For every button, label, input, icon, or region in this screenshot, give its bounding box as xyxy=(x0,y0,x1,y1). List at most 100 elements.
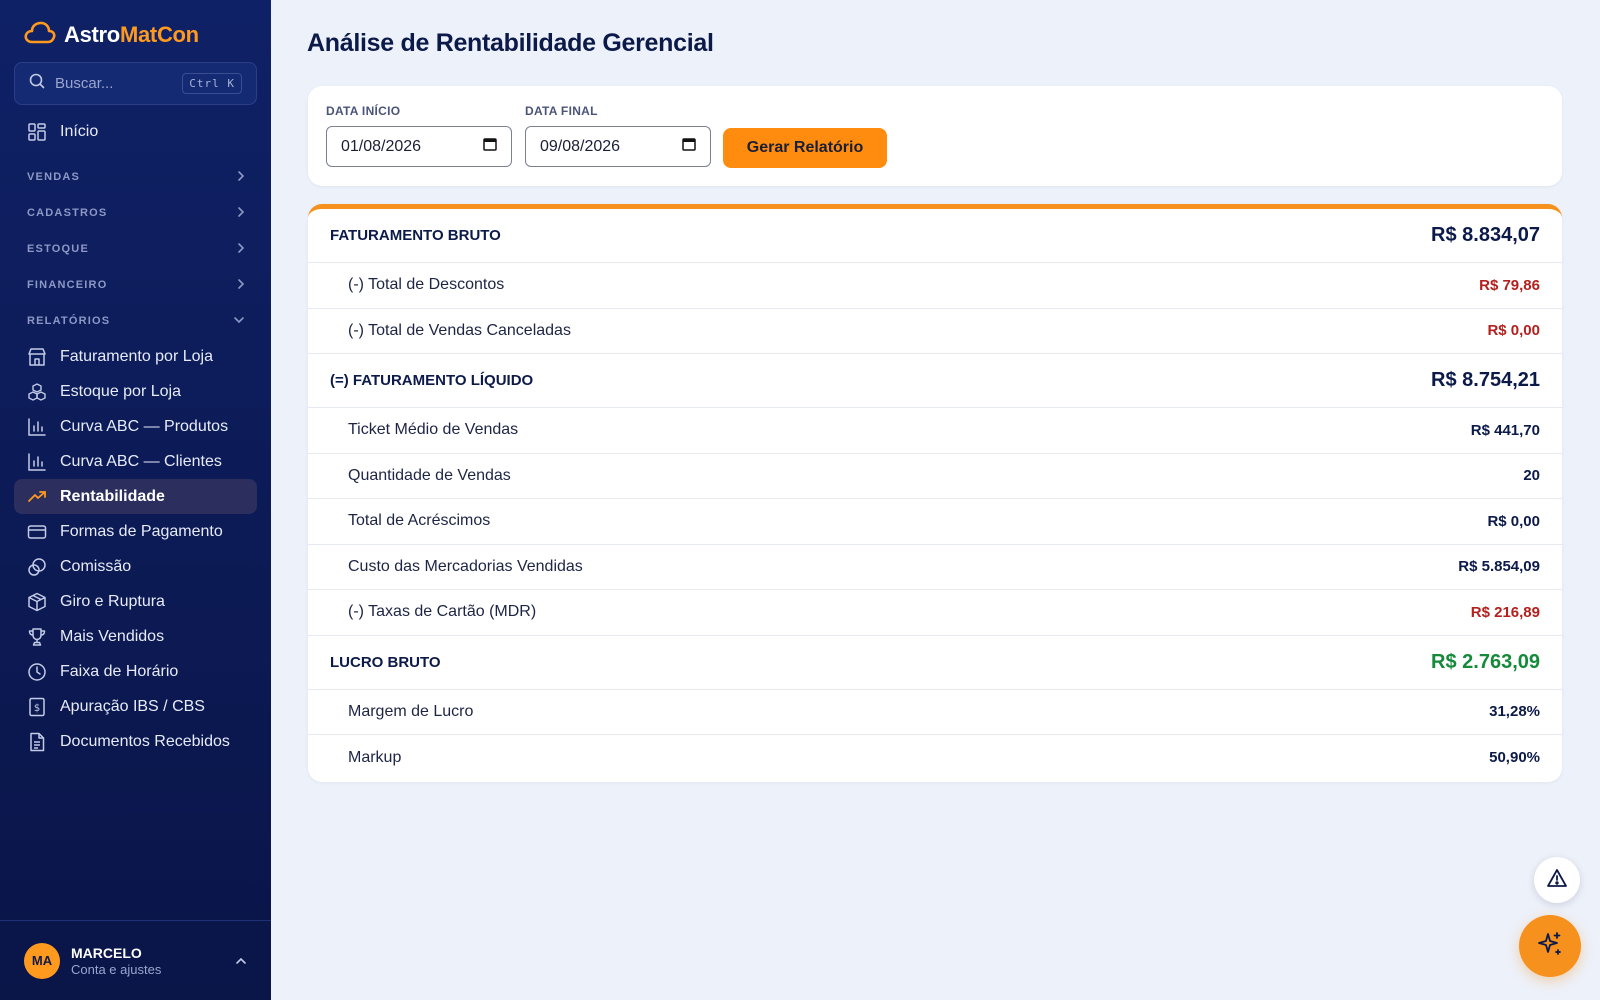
nav-item-comissao[interactable]: Comissão xyxy=(14,549,257,584)
end-date-label: DATA FINAL xyxy=(525,104,598,118)
filter-card: DATA INÍCIO 01/08/2026 DATA FINAL 09/08/… xyxy=(308,86,1562,186)
nav-item-label: Rentabilidade xyxy=(60,487,165,505)
app-logo[interactable]: AstroMatCon xyxy=(24,20,199,50)
section-relatorios[interactable]: RELATÓRIOS xyxy=(27,311,245,331)
report-row: (=) FATURAMENTO LÍQUIDO R$ 8.754,21 xyxy=(308,354,1562,408)
report-row: Margem de Lucro 31,28% xyxy=(308,690,1562,735)
report-row: FATURAMENTO BRUTO R$ 8.834,07 xyxy=(308,209,1562,263)
store-icon xyxy=(27,347,47,367)
section-financeiro[interactable]: FINANCEIRO xyxy=(27,275,245,295)
report-row-label: (-) Total de Descontos xyxy=(348,276,505,294)
nav-item-label: Curva ABC — Produtos xyxy=(60,417,229,435)
report-row-value: R$ 5.854,09 xyxy=(1458,558,1540,576)
bar-chart-icon xyxy=(27,452,47,472)
report-row-label: Quantidade de Vendas xyxy=(348,466,511,484)
trophy-icon xyxy=(27,627,47,647)
trending-up-icon xyxy=(27,487,47,507)
report-row-label: Ticket Médio de Vendas xyxy=(348,421,519,439)
package-icon xyxy=(27,592,47,612)
generate-report-button[interactable]: Gerar Relatório xyxy=(723,128,887,168)
start-date-field[interactable]: 01/08/2026 xyxy=(326,126,512,167)
ai-assistant-button[interactable] xyxy=(1519,915,1581,977)
nav-item-home[interactable]: Início xyxy=(14,114,257,149)
chevron-up-icon xyxy=(235,952,247,970)
start-date-label: DATA INÍCIO xyxy=(326,104,401,118)
section-vendas[interactable]: VENDAS xyxy=(27,167,245,187)
calendar-icon[interactable] xyxy=(682,137,696,156)
start-date-value: 01/08/2026 xyxy=(341,137,422,155)
nav-item-label: Comissão xyxy=(60,557,132,575)
nav-item-label: Faturamento por Loja xyxy=(60,347,213,365)
user-name: MARCELO xyxy=(71,944,142,961)
nav-item-formas-de-pagamento[interactable]: Formas de Pagamento xyxy=(14,514,257,549)
report-row-value: R$ 0,00 xyxy=(1487,322,1540,340)
report-row: (-) Total de Descontos R$ 79,86 xyxy=(308,263,1562,309)
user-menu[interactable]: MA MARCELO Conta e ajustes xyxy=(0,920,271,1000)
nav-item-label: Estoque por Loja xyxy=(60,382,181,400)
boxes-icon xyxy=(27,382,47,402)
section-label: CADASTROS xyxy=(27,207,108,219)
section-cadastros[interactable]: CADASTROS xyxy=(27,203,245,223)
brand-name-part1: Astro xyxy=(64,22,120,47)
avatar: MA xyxy=(24,942,60,979)
profitability-report: FATURAMENTO BRUTO R$ 8.834,07 (-) Total de… xyxy=(308,204,1562,782)
nav-item-label: Faixa de Horário xyxy=(60,662,179,680)
chevron-right-icon xyxy=(237,170,245,185)
chevron-right-icon xyxy=(237,242,245,257)
nav-item-label: Início xyxy=(60,122,99,140)
report-row-label: (-) Total de Vendas Canceladas xyxy=(348,321,571,339)
report-row-label: LUCRO BRUTO xyxy=(330,653,441,671)
page-title: Análise de Rentabilidade Gerencial xyxy=(307,29,714,57)
nav-item-label: Giro e Ruptura xyxy=(60,592,165,610)
report-row-label: FATURAMENTO BRUTO xyxy=(330,227,501,244)
coins-icon xyxy=(27,557,47,577)
nav-item-label: Curva ABC — Clientes xyxy=(60,452,222,470)
user-subtitle: Conta e ajustes xyxy=(71,961,162,977)
report-row-value: R$ 8.834,07 xyxy=(1431,224,1540,246)
report-row-label: Custo das Mercadorias Vendidas xyxy=(348,557,583,575)
alert-triangle-icon xyxy=(1546,868,1568,893)
report-row: (-) Taxas de Cartão (MDR) R$ 216,89 xyxy=(308,590,1562,636)
nav-item-curva-abc-produtos[interactable]: Curva ABC — Produtos xyxy=(14,409,257,444)
search-icon xyxy=(29,73,45,94)
document-icon xyxy=(27,732,47,752)
search-shortcut-badge: Ctrl K xyxy=(182,73,242,94)
report-row-value: R$ 8.754,21 xyxy=(1431,369,1540,391)
report-row: Markup 50,90% xyxy=(308,735,1562,781)
section-estoque[interactable]: ESTOQUE xyxy=(27,239,245,259)
search-input[interactable]: Buscar... Ctrl K xyxy=(14,62,257,105)
cloud-icon xyxy=(24,20,56,51)
calendar-icon[interactable] xyxy=(483,137,497,156)
svg-text:$: $ xyxy=(34,703,40,714)
credit-card-icon xyxy=(27,522,47,542)
report-row-value: R$ 441,70 xyxy=(1470,421,1540,439)
end-date-field[interactable]: 09/08/2026 xyxy=(525,126,711,167)
report-row: (-) Total de Vendas Canceladas R$ 0,00 xyxy=(308,309,1562,354)
nav-item-giro-e-ruptura[interactable]: Giro e Ruptura xyxy=(14,584,257,619)
report-row-label: (-) Taxas de Cartão (MDR) xyxy=(348,603,537,621)
report-row-label: Margem de Lucro xyxy=(348,702,474,720)
nav-item-estoque-por-loja[interactable]: Estoque por Loja xyxy=(14,374,257,409)
section-label: RELATÓRIOS xyxy=(27,315,111,327)
nav-item-curva-abc-clientes[interactable]: Curva ABC — Clientes xyxy=(14,444,257,479)
report-row-value: R$ 2.763,09 xyxy=(1431,650,1540,673)
nav-item-faixa-de-horario[interactable]: Faixa de Horário xyxy=(14,654,257,689)
nav-item-mais-vendidos[interactable]: Mais Vendidos xyxy=(14,619,257,654)
report-row: Total de Acréscimos R$ 0,00 xyxy=(308,499,1562,545)
report-row-value: R$ 79,86 xyxy=(1479,276,1540,294)
report-row: Ticket Médio de Vendas R$ 441,70 xyxy=(308,408,1562,454)
nav-item-apuracao-ibs-cbs[interactable]: $ Apuração IBS / CBS xyxy=(14,689,257,724)
report-row-label: Total de Acréscimos xyxy=(348,512,491,530)
search-placeholder: Buscar... xyxy=(55,75,114,92)
chevron-right-icon xyxy=(237,206,245,221)
nav-item-label: Formas de Pagamento xyxy=(60,522,223,540)
report-issue-button[interactable] xyxy=(1534,857,1580,903)
nav-item-documentos-recebidos[interactable]: Documentos Recebidos xyxy=(14,724,257,759)
nav-item-rentabilidade[interactable]: Rentabilidade xyxy=(14,479,257,514)
report-row-label: (=) FATURAMENTO LÍQUIDO xyxy=(330,372,534,389)
nav-item-faturamento-por-loja[interactable]: Faturamento por Loja xyxy=(14,339,257,374)
nav-item-label: Apuração IBS / CBS xyxy=(60,697,205,715)
report-row: Quantidade de Vendas 20 xyxy=(308,454,1562,499)
receipt-dollar-icon: $ xyxy=(27,697,47,717)
report-row-value: R$ 216,89 xyxy=(1470,603,1540,621)
